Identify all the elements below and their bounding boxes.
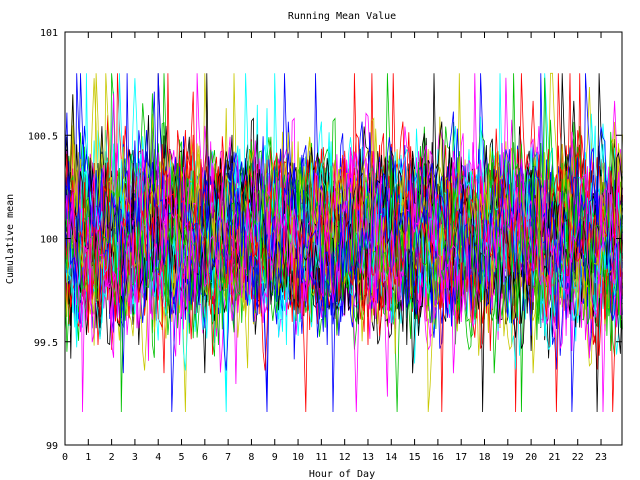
y-tick-label: 100.5 — [28, 131, 58, 142]
x-tick-label: 20 — [525, 452, 537, 463]
x-axis-label: Hour of Day — [309, 469, 375, 480]
x-tick-label: 8 — [248, 452, 254, 463]
x-tick-label: 2 — [109, 452, 115, 463]
x-tick-label: 15 — [409, 452, 421, 463]
x-tick-label: 14 — [385, 452, 397, 463]
x-tick-label: 7 — [225, 452, 231, 463]
running-mean-chart: Running Mean Value 0 1 2 3 4 5 6 7 8 9 10 11 12 13 14 1… — [5, 11, 623, 480]
x-tick-label: 1 — [85, 452, 91, 463]
x-tick-label: 21 — [548, 452, 560, 463]
x-tick-label: 9 — [272, 452, 278, 463]
x-tick-label: 18 — [478, 452, 490, 463]
x-tick-label: 4 — [155, 452, 161, 463]
y-tick-label: 99.5 — [34, 338, 58, 349]
x-tick-label: 13 — [362, 452, 374, 463]
x-tick-label: 17 — [455, 452, 467, 463]
x-tick-label: 22 — [572, 452, 584, 463]
x-tick-label: 5 — [179, 452, 185, 463]
y-tick-label: 100 — [40, 235, 58, 246]
x-tick-label: 0 — [62, 452, 68, 463]
x-tick-label: 23 — [595, 452, 607, 463]
x-tick-label: 11 — [315, 452, 327, 463]
x-tick-label: 16 — [432, 452, 444, 463]
chart-title: Running Mean Value — [288, 11, 396, 22]
y-tick-label: 101 — [40, 28, 58, 39]
x-tick-label: 12 — [339, 452, 351, 463]
x-tick-label: 19 — [502, 452, 514, 463]
y-tick-label: 99 — [46, 441, 58, 452]
x-tick-label: 10 — [292, 452, 304, 463]
x-tick-label: 6 — [202, 452, 208, 463]
x-tick-label: 3 — [132, 452, 138, 463]
y-axis-label: Cumulative mean — [5, 194, 16, 284]
series-lines — [64, 72, 623, 413]
